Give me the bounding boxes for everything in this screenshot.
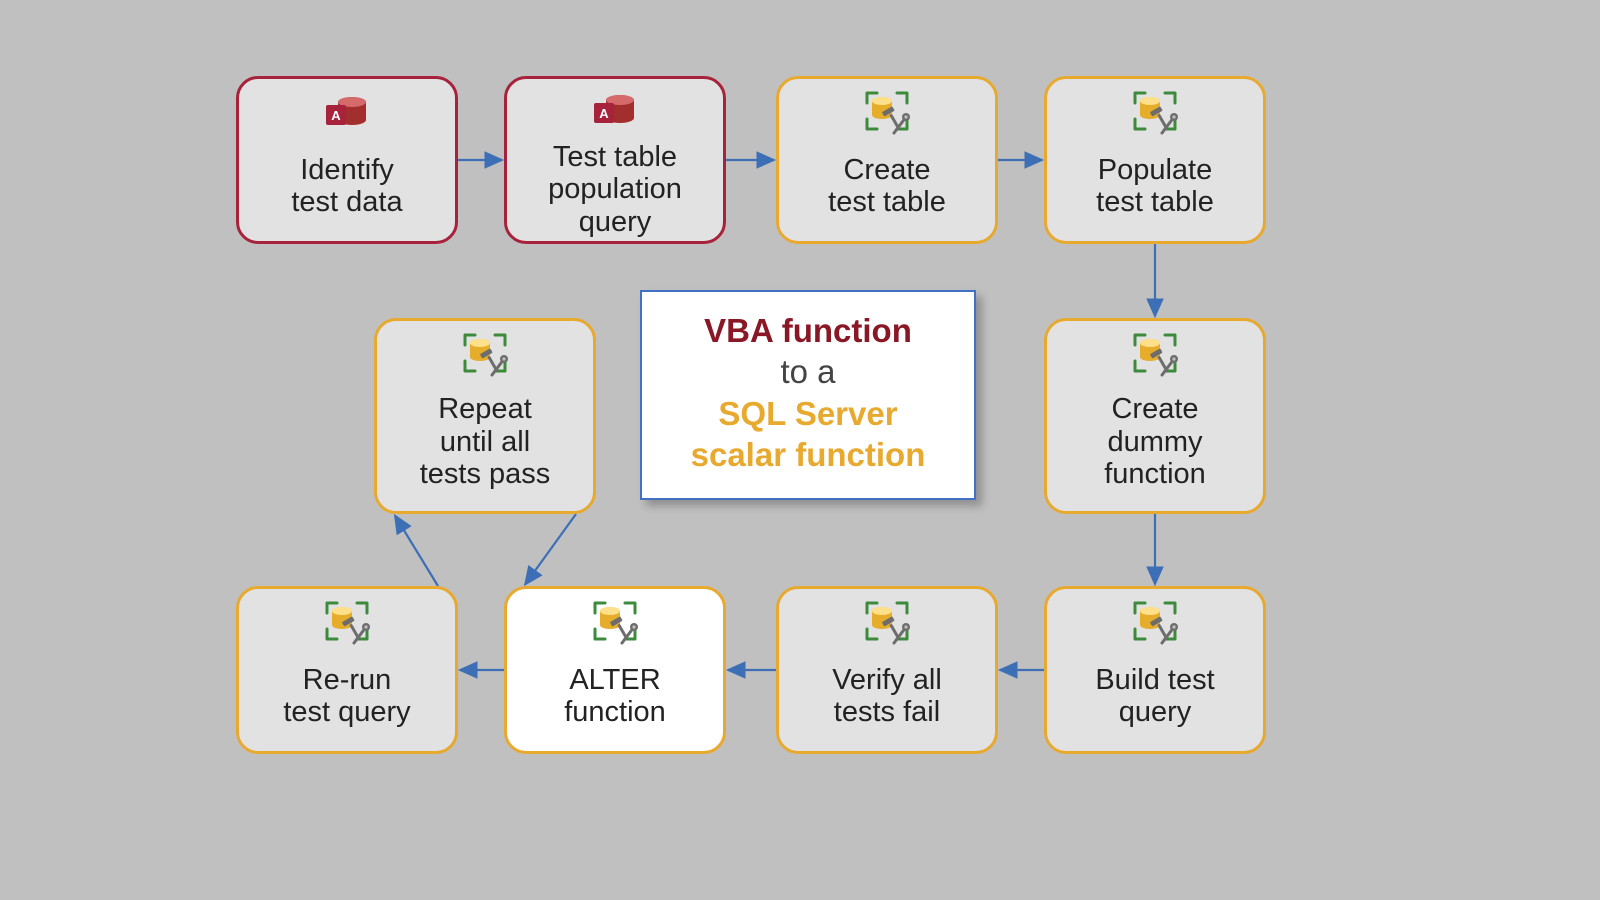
node-label: Create dummy function [1104, 393, 1206, 490]
ssms-icon [1130, 331, 1180, 379]
node-dummy: Create dummy function [1044, 318, 1266, 514]
node-rerun: Re-run test query [236, 586, 458, 754]
node-label: Test table population query [548, 141, 682, 238]
ssms-icon [1130, 333, 1180, 379]
ssms-icon [322, 599, 372, 647]
node-label: ALTER function [564, 664, 666, 729]
node-alter: ALTER function [504, 586, 726, 754]
title-line-2: to a [664, 351, 952, 392]
ssms-icon [590, 599, 640, 647]
node-label: Repeat until all tests pass [420, 393, 551, 490]
node-label: Identify test data [291, 154, 402, 219]
node-label: Populate test table [1096, 154, 1214, 219]
arrow [525, 514, 576, 584]
svg-text:A: A [599, 106, 609, 121]
ssms-icon [862, 601, 912, 647]
title-line-4: scalar function [664, 434, 952, 475]
node-label: Verify all tests fail [832, 664, 942, 729]
access-icon: A [324, 89, 370, 137]
ssms-icon [1130, 91, 1180, 137]
ssms-icon [1130, 601, 1180, 647]
title-line-1: VBA function [664, 310, 952, 351]
ssms-icon [322, 601, 372, 647]
title-card: VBA functionto aSQL Serverscalar functio… [640, 290, 976, 500]
title-line-3: SQL Server [664, 393, 952, 434]
node-repeat: Repeat until all tests pass [374, 318, 596, 514]
node-identify: A Identify test data [236, 76, 458, 244]
node-populatett: Populate test table [1044, 76, 1266, 244]
ssms-icon [460, 333, 510, 379]
ssms-icon [1130, 599, 1180, 647]
node-label: Re-run test query [283, 664, 410, 729]
ssms-icon [460, 331, 510, 379]
node-verifyfail: Verify all tests fail [776, 586, 998, 754]
ssms-icon [862, 599, 912, 647]
arrow [395, 516, 438, 586]
node-popquery: A Test table population query [504, 76, 726, 244]
ssms-icon [590, 601, 640, 647]
access-icon: A [324, 91, 370, 137]
node-buildtest: Build test query [1044, 586, 1266, 754]
access-icon: A [592, 89, 638, 135]
ssms-icon [862, 89, 912, 137]
ssms-icon [1130, 89, 1180, 137]
node-label: Build test query [1095, 664, 1214, 729]
node-label: Create test table [828, 154, 946, 219]
svg-text:A: A [331, 108, 341, 123]
diagram-canvas: A Identify test data A Test table popula… [0, 0, 1600, 900]
access-icon: A [592, 89, 638, 135]
ssms-icon [862, 91, 912, 137]
node-creatett: Create test table [776, 76, 998, 244]
